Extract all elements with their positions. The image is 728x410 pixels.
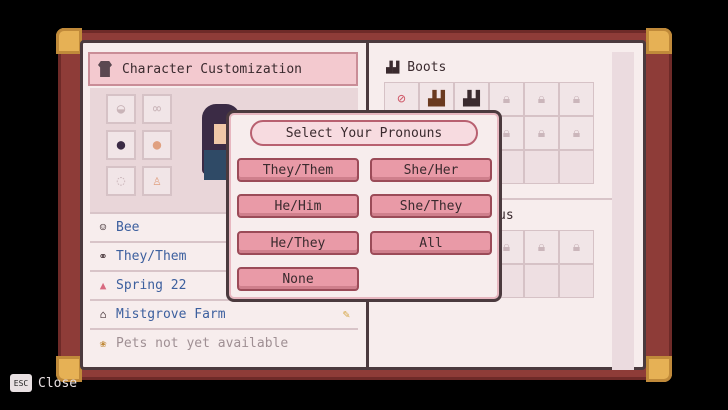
lock-icon: 🔒︎ (502, 91, 511, 107)
pronoun-option-she-her[interactable]: She/Her (370, 158, 492, 182)
boots-title: Boots (407, 60, 447, 75)
body-slot[interactable]: ♙ (142, 166, 172, 196)
house-icon: ⌂ (99, 307, 107, 321)
pets-row: ❀ Pets not yet available (90, 328, 358, 356)
grid-cell[interactable]: 🔒︎ (524, 116, 559, 150)
close-label: Close (38, 375, 78, 391)
lock-icon: 🔒︎ (537, 239, 546, 255)
grid-cell[interactable]: 🔒︎ (559, 230, 594, 264)
esc-key-icon: ESC (10, 374, 32, 392)
face-slot[interactable]: ● (142, 130, 172, 160)
grid-cell (524, 264, 559, 298)
shirt-icon (98, 61, 112, 77)
book-corner (56, 28, 82, 54)
book-corner (646, 28, 672, 54)
grid-cell[interactable]: 🔒︎ (559, 116, 594, 150)
accessory-icon: ◌ (116, 173, 126, 189)
grid-cell[interactable]: 🔒︎ (524, 82, 559, 116)
paw-icon: ❀ (99, 336, 107, 350)
accessory-slot[interactable]: ◌ (106, 166, 136, 196)
face-icon: ● (152, 137, 162, 153)
grid-cell (559, 150, 594, 184)
hat-slot[interactable]: ◒ (106, 94, 136, 124)
pronoun-option-none[interactable]: None (237, 267, 359, 291)
boots-section-title: ▟▟ Boots (386, 60, 446, 75)
pronoun-option-he-him[interactable]: He/Him (237, 194, 359, 218)
pronoun-option-they-them[interactable]: They/Them (237, 158, 359, 182)
hair-slot[interactable]: ● (106, 130, 136, 160)
grid-cell (559, 264, 594, 298)
scrollbar-track[interactable] (612, 52, 634, 370)
gender-icon: ⚭ (98, 249, 108, 263)
pencil-icon[interactable]: ✎ (343, 307, 350, 321)
body-icon: ♙ (152, 173, 162, 189)
hat-icon: ◒ (116, 101, 126, 117)
header-title: Character Customization (122, 61, 303, 77)
grid-cell[interactable]: 🔒︎ (559, 82, 594, 116)
pronoun-option-she-they[interactable]: She/They (370, 194, 492, 218)
cake-icon: ▲ (99, 278, 107, 292)
lock-icon: 🔒︎ (572, 239, 581, 255)
farm-name: Mistgrove Farm (116, 306, 226, 322)
boots-icon: ▟▟ (428, 91, 445, 107)
boots-icon: ▟▟ (463, 91, 480, 107)
pronouns-value: They/Them (116, 248, 187, 264)
skull-icon: ☺ (99, 220, 107, 234)
glasses-slot[interactable]: ∞ (142, 94, 172, 124)
glasses-icon: ∞ (152, 101, 162, 117)
hair-icon: ● (116, 137, 126, 153)
dialog-title: Select Your Pronouns (250, 120, 478, 146)
pronoun-option-he-they[interactable]: He/They (237, 231, 359, 255)
farm-row[interactable]: ⌂ Mistgrove Farm ✎ (90, 299, 358, 327)
grid-cell[interactable]: 🔒︎ (524, 230, 559, 264)
lock-icon: 🔒︎ (502, 125, 511, 141)
none-icon: ⊘ (397, 91, 406, 107)
lock-icon: 🔒︎ (572, 125, 581, 141)
lock-icon: 🔒︎ (537, 125, 546, 141)
pets-status: Pets not yet available (116, 335, 289, 351)
close-button[interactable]: ESC Close (10, 374, 77, 392)
grid-cell (524, 150, 559, 184)
pronoun-option-all[interactable]: All (370, 231, 492, 255)
boots-icon: ▟▟ (386, 61, 400, 74)
birthday-value: Spring 22 (116, 277, 187, 293)
book-corner (646, 356, 672, 382)
lock-icon: 🔒︎ (502, 239, 511, 255)
character-name: Bee (116, 219, 140, 235)
lock-icon: 🔒︎ (537, 91, 546, 107)
page-title: Character Customization (88, 52, 358, 86)
lock-icon: 🔒︎ (572, 91, 581, 107)
